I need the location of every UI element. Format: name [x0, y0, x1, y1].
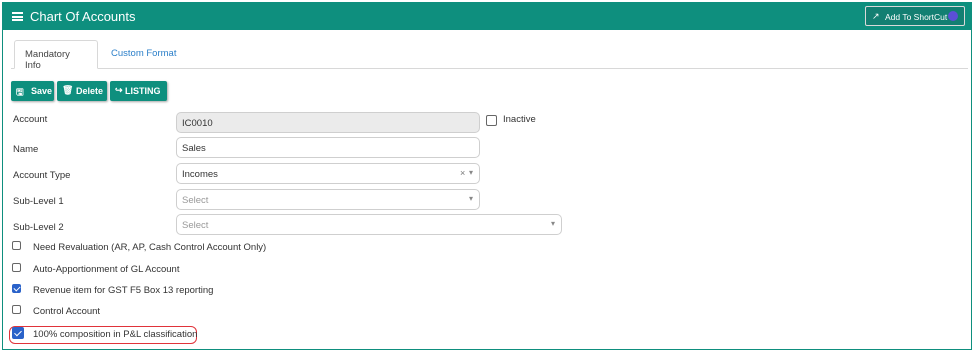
chart-of-accounts-panel: Chart Of Accounts ↗ Add To ShortCut Mand…: [2, 2, 972, 350]
sub-level-1-label: Sub-Level 1: [13, 196, 64, 207]
hamburger-icon[interactable]: [12, 12, 23, 21]
rocket-icon: ↗: [872, 11, 880, 21]
sub-level-2-label: Sub-Level 2: [13, 222, 64, 233]
inactive-checkbox[interactable]: [486, 115, 497, 126]
account-type-label: Account Type: [13, 170, 71, 181]
tab-bar: Mandatory Info Custom Format: [11, 40, 968, 71]
chevron-down-icon: ▾: [469, 194, 474, 203]
add-to-shortcut-label: Add To ShortCut: [885, 12, 948, 22]
account-type-value: Incomes: [182, 169, 218, 180]
name-value: Sales: [182, 143, 206, 154]
tab-custom-format[interactable]: Custom Format: [101, 40, 186, 69]
pl-composition-checkbox[interactable]: [12, 327, 24, 339]
sign-out-icon: ↪: [115, 85, 123, 95]
cursor-dot-icon: [948, 11, 958, 21]
delete-button[interactable]: 🗑 Delete: [57, 81, 107, 101]
gst-f5-box13-label: Revenue item for GST F5 Box 13 reporting: [33, 285, 214, 296]
save-label: Save: [31, 86, 53, 96]
need-revaluation-label: Need Revaluation (AR, AP, Cash Control A…: [33, 242, 267, 253]
control-account-checkbox[interactable]: [12, 305, 21, 314]
auto-apportionment-label: Auto-Apportionment of GL Account: [33, 264, 180, 275]
tab-mandatory-info[interactable]: Mandatory Info: [14, 40, 98, 71]
add-to-shortcut-button[interactable]: ↗ Add To ShortCut: [865, 6, 965, 26]
account-type-select[interactable]: Incomes × ▾: [176, 163, 480, 184]
control-account-label: Control Account: [33, 306, 101, 317]
pl-composition-label: 100% composition in P&L classification: [33, 329, 198, 340]
listing-label: LISTING: [125, 86, 161, 96]
save-button[interactable]: 🖫 Save: [11, 81, 54, 101]
gst-f5-box13-checkbox[interactable]: [12, 284, 21, 293]
delete-label: Delete: [76, 86, 104, 96]
chevron-down-icon: ▾: [469, 168, 474, 177]
page-title: Chart Of Accounts: [30, 9, 136, 24]
need-revaluation-checkbox[interactable]: [12, 241, 21, 250]
sub-level-2-select[interactable]: Select ▾: [176, 214, 562, 235]
account-field: IC0010: [176, 112, 480, 133]
floppy-icon: 🖫: [16, 87, 24, 97]
trash-icon: 🗑: [62, 85, 74, 95]
sub-level-1-placeholder: Select: [182, 195, 209, 206]
name-field[interactable]: Sales: [176, 137, 480, 158]
clear-icon[interactable]: ×: [460, 168, 465, 178]
account-value: IC0010: [182, 118, 213, 129]
name-label: Name: [13, 144, 39, 155]
account-label: Account: [13, 114, 48, 125]
chevron-down-icon: ▾: [551, 219, 556, 228]
listing-button[interactable]: ↪ LISTING: [110, 81, 167, 101]
panel-header: Chart Of Accounts ↗ Add To ShortCut: [3, 3, 971, 30]
inactive-label: Inactive: [503, 114, 536, 125]
sub-level-2-placeholder: Select: [182, 220, 209, 231]
sub-level-1-select[interactable]: Select ▾: [176, 189, 480, 210]
auto-apportionment-checkbox[interactable]: [12, 263, 21, 272]
